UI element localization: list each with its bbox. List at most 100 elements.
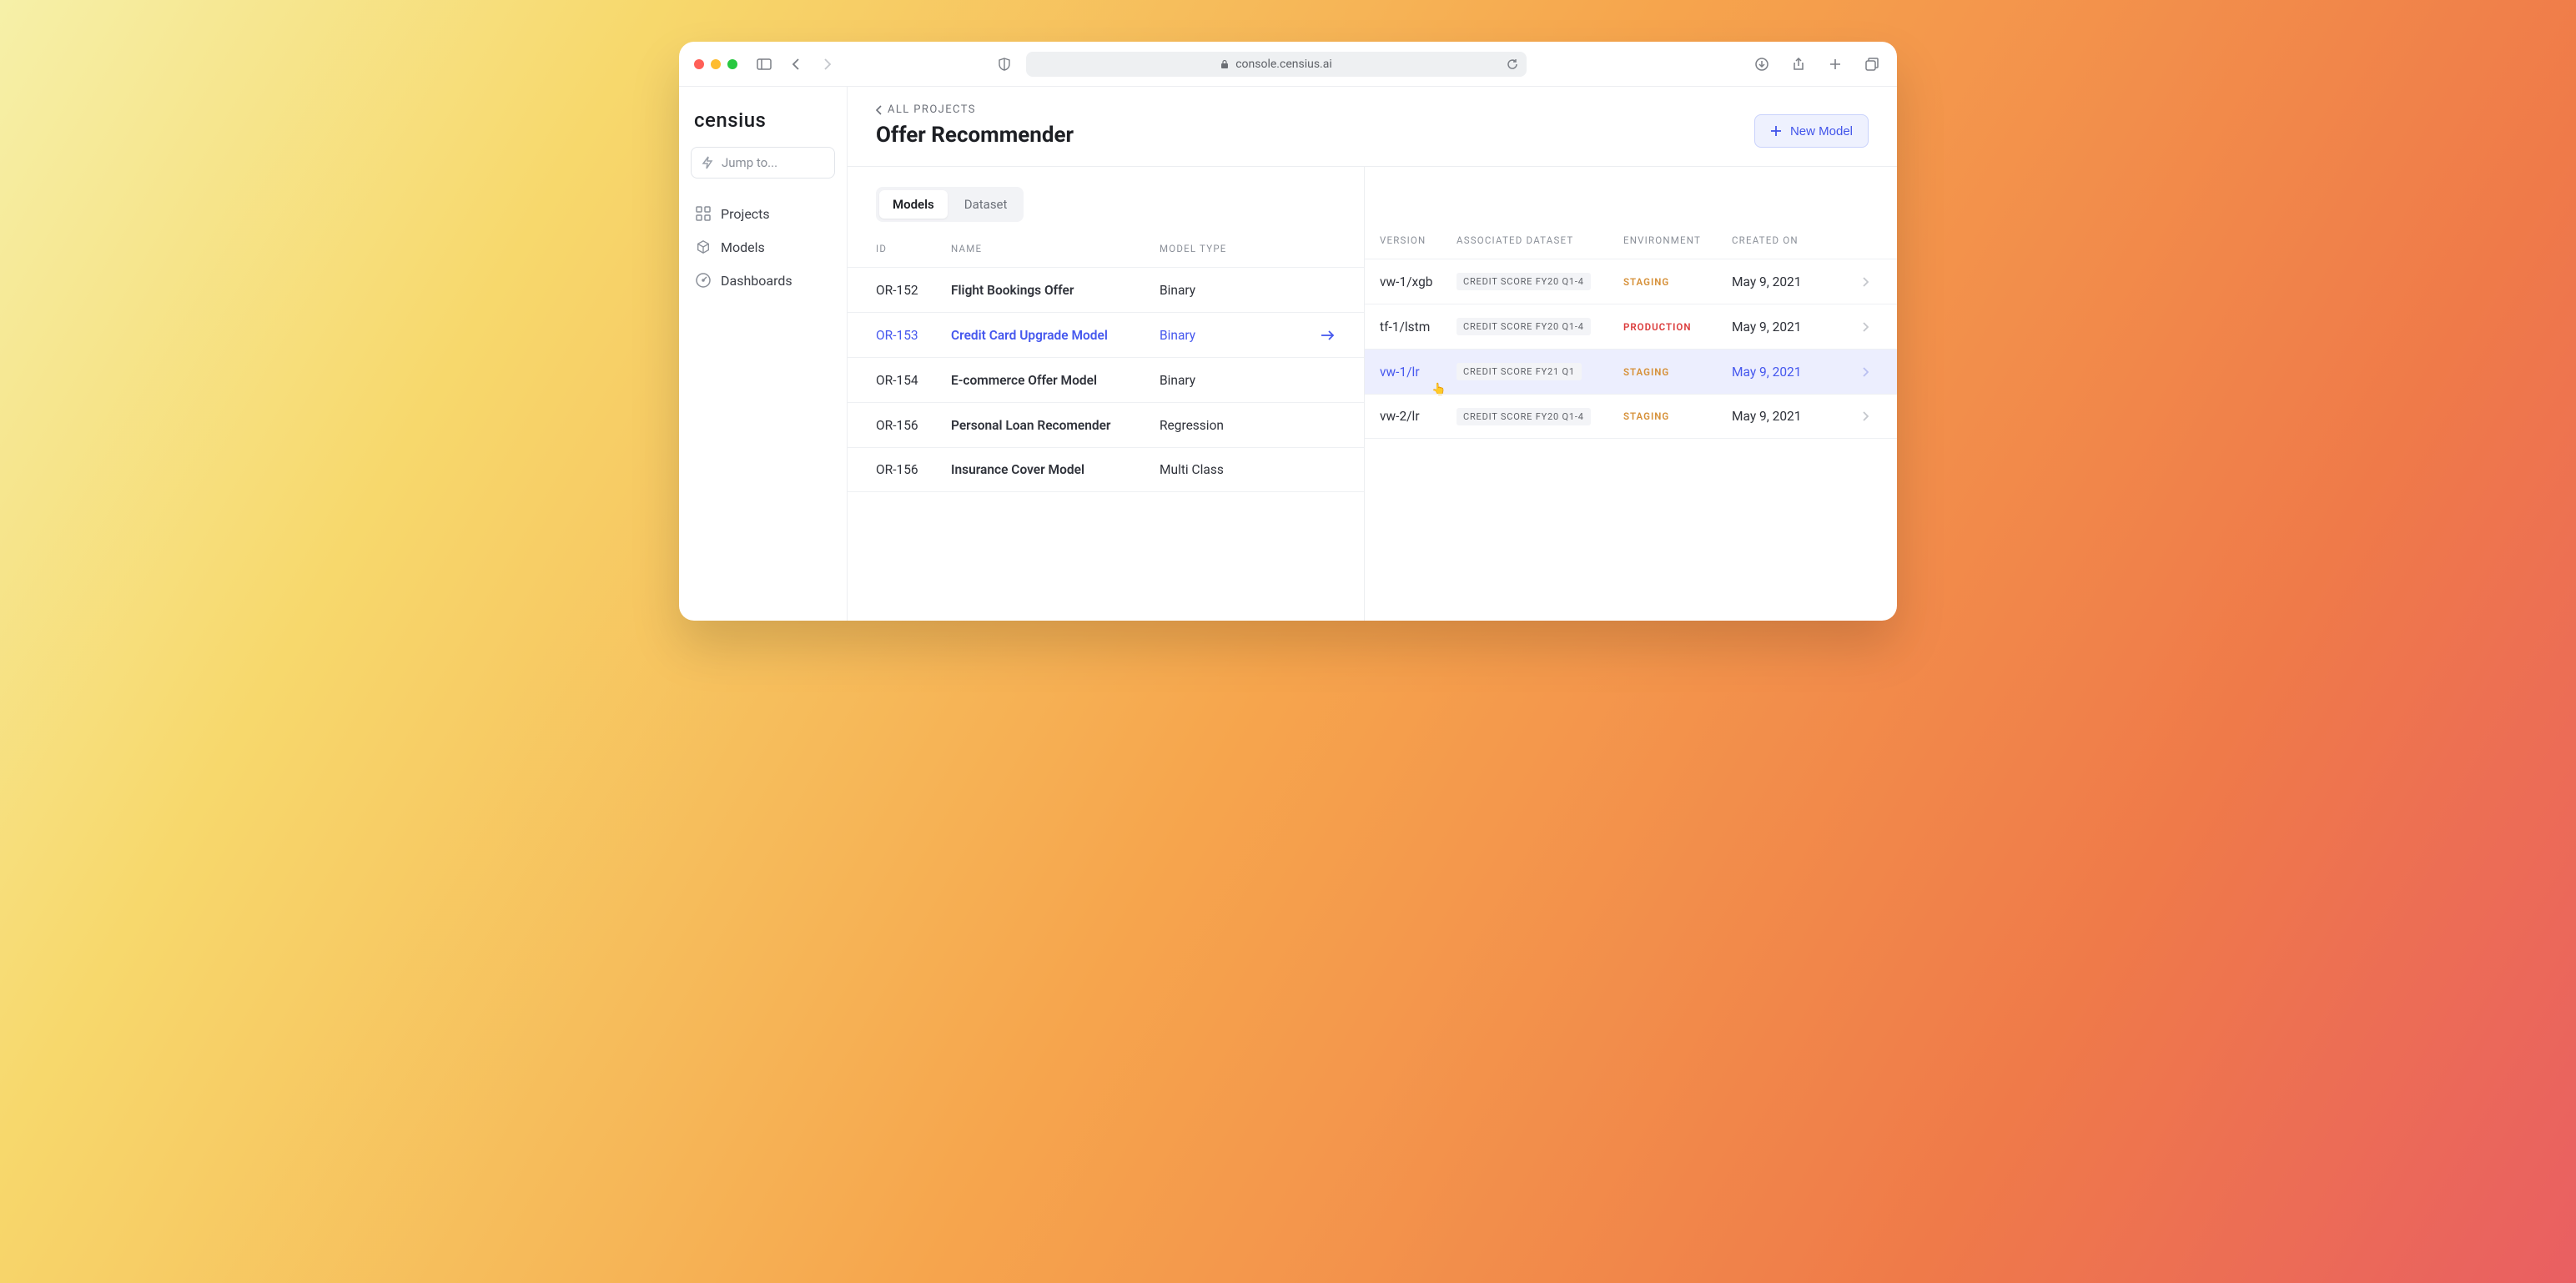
chevron-right-icon xyxy=(1862,367,1869,377)
close-window-button[interactable] xyxy=(694,59,704,69)
col-version: VERSION xyxy=(1380,234,1457,246)
version-created: May 9, 2021 xyxy=(1732,365,1849,380)
version-dataset: CREDIT SCORE FY20 Q1-4 xyxy=(1457,408,1623,425)
version-env: STAGING xyxy=(1623,276,1732,288)
logo: censius xyxy=(694,108,832,132)
jump-to-input[interactable]: Jump to... xyxy=(691,147,835,179)
version-id: vw-2/lr xyxy=(1380,409,1457,424)
tab-models[interactable]: Models xyxy=(879,190,948,219)
breadcrumb-label: ALL PROJECTS xyxy=(888,103,976,116)
model-id: OR-156 xyxy=(876,418,951,433)
model-type: Binary xyxy=(1160,328,1302,343)
col-id: ID xyxy=(876,243,951,254)
version-row[interactable]: vw-1/xgbCREDIT SCORE FY20 Q1-4STAGINGMay… xyxy=(1365,259,1897,304)
version-row[interactable]: tf-1/lstmCREDIT SCORE FY20 Q1-4PRODUCTIO… xyxy=(1365,304,1897,349)
sidebar-toggle-icon[interactable] xyxy=(754,54,774,74)
version-created: May 9, 2021 xyxy=(1732,319,1849,335)
tab-label: Models xyxy=(893,197,934,212)
model-type: Binary xyxy=(1160,283,1302,298)
tab-label: Dataset xyxy=(964,197,1008,212)
model-row[interactable]: OR-154E-commerce Offer ModelBinary xyxy=(848,357,1364,402)
sidebar-item-label: Models xyxy=(721,239,765,255)
model-name: Credit Card Upgrade Model xyxy=(951,328,1160,343)
version-env: STAGING xyxy=(1623,366,1732,378)
model-row[interactable]: OR-156Insurance Cover ModelMulti Class xyxy=(848,447,1364,492)
tabset: Models Dataset xyxy=(876,187,1024,222)
versions-pane: VERSION ASSOCIATED DATASET ENVIRONMENT C… xyxy=(1365,167,1897,621)
url-text: console.censius.ai xyxy=(1235,58,1332,71)
model-id: OR-153 xyxy=(876,328,951,343)
plus-icon xyxy=(1770,125,1782,137)
col-env: ENVIRONMENT xyxy=(1623,234,1732,246)
arrow-right-icon xyxy=(1321,284,1336,296)
sidebar-item-models[interactable]: Models xyxy=(691,230,835,264)
sidebar: censius Jump to... Projects Models Dashb… xyxy=(679,87,848,621)
versions-header-row: VERSION ASSOCIATED DATASET ENVIRONMENT C… xyxy=(1365,222,1897,259)
arrow-right-icon xyxy=(1321,464,1336,475)
sidebar-item-dashboards[interactable]: Dashboards xyxy=(691,264,835,297)
zoom-window-button[interactable] xyxy=(727,59,737,69)
models-pane: Models Dataset ID NAME MODEL TYPE OR-152… xyxy=(848,167,1365,621)
models-header-row: ID NAME MODEL TYPE xyxy=(848,230,1364,267)
gauge-icon xyxy=(696,273,711,288)
version-id: tf-1/lstm xyxy=(1380,319,1457,335)
bolt-icon xyxy=(702,156,713,169)
grid-icon xyxy=(696,206,711,221)
version-dataset: CREDIT SCORE FY20 Q1-4 xyxy=(1457,318,1623,335)
browser-window: console.censius.ai censius xyxy=(679,42,1897,621)
share-icon[interactable] xyxy=(1789,54,1809,74)
version-id: vw-1/lr xyxy=(1380,365,1457,380)
version-row[interactable]: vw-2/lrCREDIT SCORE FY20 Q1-4STAGINGMay … xyxy=(1365,394,1897,439)
model-name: Flight Bookings Offer xyxy=(951,283,1160,298)
split-pane: Models Dataset ID NAME MODEL TYPE OR-152… xyxy=(848,166,1897,621)
chevron-right-icon xyxy=(1862,322,1869,332)
model-type: Binary xyxy=(1160,373,1302,388)
page-title: Offer Recommender xyxy=(876,123,1074,148)
arrow-right-icon xyxy=(1321,375,1336,386)
breadcrumb[interactable]: ALL PROJECTS xyxy=(876,103,1074,116)
window-controls xyxy=(694,59,737,69)
version-created: May 9, 2021 xyxy=(1732,274,1849,289)
forward-button[interactable] xyxy=(818,54,838,74)
sidebar-item-projects[interactable]: Projects xyxy=(691,197,835,230)
arrow-right-icon xyxy=(1321,420,1336,431)
model-id: OR-152 xyxy=(876,283,951,298)
model-name: E-commerce Offer Model xyxy=(951,373,1160,388)
page-header: ALL PROJECTS Offer Recommender New Model xyxy=(848,87,1897,166)
version-created: May 9, 2021 xyxy=(1732,409,1849,424)
jump-placeholder: Jump to... xyxy=(722,155,777,170)
model-name: Personal Loan Recomender xyxy=(951,418,1160,433)
version-dataset: CREDIT SCORE FY21 Q1 xyxy=(1457,363,1623,380)
tab-dataset[interactable]: Dataset xyxy=(951,190,1021,219)
version-id: vw-1/xgb xyxy=(1380,274,1457,289)
model-type: Multi Class xyxy=(1160,462,1302,477)
back-button[interactable] xyxy=(786,54,806,74)
version-env: PRODUCTION xyxy=(1623,321,1732,333)
version-env: STAGING xyxy=(1623,410,1732,422)
sidebar-item-label: Dashboards xyxy=(721,273,792,289)
tabs-overview-icon[interactable] xyxy=(1862,54,1882,74)
cube-icon xyxy=(696,239,711,254)
col-type: MODEL TYPE xyxy=(1160,243,1302,254)
lock-icon xyxy=(1220,59,1229,69)
address-bar[interactable]: console.censius.ai xyxy=(1026,52,1527,77)
arrow-right-icon xyxy=(1321,330,1336,341)
downloads-icon[interactable] xyxy=(1752,54,1772,74)
chevron-left-icon xyxy=(876,105,883,115)
model-id: OR-154 xyxy=(876,373,951,388)
reload-icon[interactable] xyxy=(1507,58,1518,70)
model-id: OR-156 xyxy=(876,462,951,477)
app-root: censius Jump to... Projects Models Dashb… xyxy=(679,87,1897,621)
new-model-label: New Model xyxy=(1790,124,1853,138)
new-model-button[interactable]: New Model xyxy=(1754,114,1869,148)
model-row[interactable]: OR-156Personal Loan RecomenderRegression xyxy=(848,402,1364,447)
sidebar-item-label: Projects xyxy=(721,206,770,222)
new-tab-icon[interactable] xyxy=(1825,54,1845,74)
version-row[interactable]: vw-1/lrCREDIT SCORE FY21 Q1STAGINGMay 9,… xyxy=(1365,349,1897,394)
model-row[interactable]: OR-152Flight Bookings OfferBinary xyxy=(848,267,1364,312)
model-row[interactable]: OR-153Credit Card Upgrade ModelBinary xyxy=(848,312,1364,357)
shield-icon[interactable] xyxy=(994,54,1014,74)
minimize-window-button[interactable] xyxy=(711,59,721,69)
col-name: NAME xyxy=(951,243,1160,254)
model-type: Regression xyxy=(1160,418,1302,433)
